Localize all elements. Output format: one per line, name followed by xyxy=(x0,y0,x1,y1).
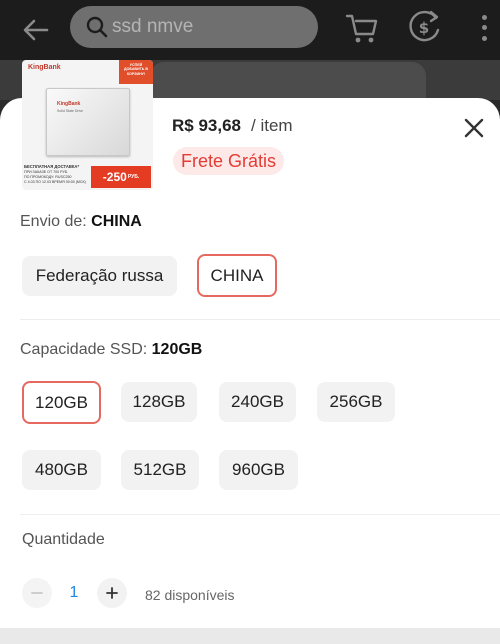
plus-icon xyxy=(106,587,118,599)
bottom-strip xyxy=(0,628,500,644)
shipping-origin-label: Envio de: CHINA xyxy=(20,213,142,231)
search-icon xyxy=(86,16,108,38)
capacity-option-256gb[interactable]: 256GB xyxy=(317,382,395,422)
capacity-value: 120GB xyxy=(151,341,203,358)
quantity-increase-button[interactable] xyxy=(97,578,127,608)
divider xyxy=(20,514,500,515)
svg-text:$: $ xyxy=(419,19,429,37)
shipping-option-russia[interactable]: Federação russa xyxy=(22,256,177,296)
ssd-brand: KingBank xyxy=(57,101,81,107)
close-button[interactable] xyxy=(462,116,486,140)
coin-icon: $ xyxy=(409,10,440,42)
capacity-option-240gb[interactable]: 240GB xyxy=(219,382,296,422)
minus-icon xyxy=(31,592,43,594)
back-arrow-icon xyxy=(23,19,49,41)
discount-unit: РУБ. xyxy=(127,174,140,180)
discount-value: -250 xyxy=(102,170,127,184)
price-per-item: / item xyxy=(251,116,293,135)
promo-corner: УСПЕЙ ДОБАВИТЬ В КОРЗИНУ! xyxy=(119,60,153,84)
capacity-label: Capacidade SSD: 120GB xyxy=(20,341,202,359)
ssd-subtitle: Solid State Drive xyxy=(57,109,84,113)
capacity-option-128gb[interactable]: 128GB xyxy=(121,382,197,422)
quantity-decrease-button[interactable] xyxy=(22,578,52,608)
search-bar[interactable]: ssd nmve xyxy=(70,6,318,48)
price-row: R$ 93,68 / item xyxy=(172,116,293,136)
top-app-bar: ssd nmve $ xyxy=(0,0,500,60)
promo-note-title: БЕСПЛАТНАЯ ДОСТАВКА* xyxy=(24,164,80,169)
capacity-title: Capacidade SSD: xyxy=(20,341,152,358)
product-image[interactable]: KingBank УСПЕЙ ДОБАВИТЬ В КОРЗИНУ! KingB… xyxy=(22,60,153,190)
capacity-option-512gb[interactable]: 512GB xyxy=(121,450,199,490)
more-icon-dot xyxy=(481,14,487,20)
quantity-label: Quantidade xyxy=(22,531,105,548)
price-amount: R$ 93,68 xyxy=(172,116,241,135)
coin-button[interactable]: $ xyxy=(405,6,443,46)
quantity-value[interactable]: 1 xyxy=(62,584,86,602)
promo-note-line: ПО ПРОМОКОДУ: RUSC250 xyxy=(24,174,72,179)
capacity-option-960gb[interactable]: 960GB xyxy=(219,450,298,490)
capacity-option-480gb[interactable]: 480GB xyxy=(22,450,101,490)
shipping-origin-title: Envio de: xyxy=(20,213,92,230)
more-icon-dot xyxy=(481,25,487,31)
sku-selector-sheet: KingBank УСПЕЙ ДОБАВИТЬ В КОРЗИНУ! KingB… xyxy=(0,60,500,644)
ssd-picture: KingBank Solid State Drive xyxy=(46,88,130,156)
discount-badge: -250 РУБ. xyxy=(91,166,151,188)
promo-note-line: С 4.03 ПО 12.03 ВРЕМЯ 00:00 (МСК) xyxy=(24,179,86,184)
promo-note-line: ПРИ ЗАКАЗЕ ОТ 700 РУБ. xyxy=(24,169,69,174)
quantity-available: 82 disponíveis xyxy=(145,587,235,603)
more-icon-dot xyxy=(481,36,487,42)
product-brand-logo: KingBank xyxy=(28,64,61,71)
shipping-origin-value: CHINA xyxy=(91,213,142,230)
capacity-option-120gb[interactable]: 120GB xyxy=(22,381,101,424)
cart-button[interactable] xyxy=(344,10,380,46)
free-shipping-badge: Frete Grátis xyxy=(173,147,285,175)
search-query: ssd nmve xyxy=(112,16,194,37)
close-icon xyxy=(464,118,484,138)
back-button[interactable] xyxy=(18,12,54,48)
more-options-button[interactable] xyxy=(476,12,492,44)
shipping-option-china[interactable]: CHINA xyxy=(197,254,277,297)
divider xyxy=(20,319,500,320)
cart-icon xyxy=(345,14,378,43)
